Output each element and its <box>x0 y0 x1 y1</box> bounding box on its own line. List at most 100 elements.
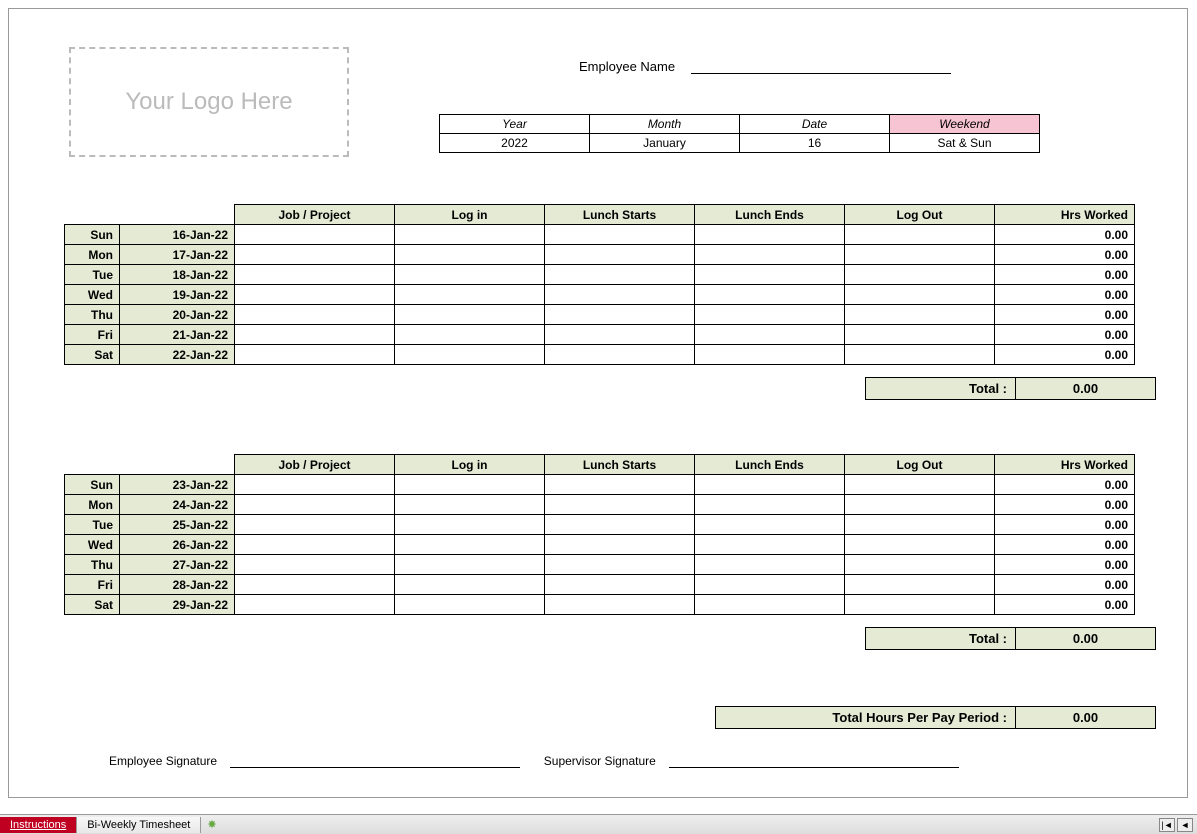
job-input[interactable] <box>235 475 395 495</box>
lunch-start-input[interactable] <box>545 345 695 365</box>
lunch-start-input[interactable] <box>545 325 695 345</box>
lunch-end-input[interactable] <box>695 535 845 555</box>
login-input[interactable] <box>395 345 545 365</box>
login-input[interactable] <box>395 265 545 285</box>
lunch-start-input[interactable] <box>545 285 695 305</box>
employee-signature-line[interactable] <box>230 767 520 768</box>
employee-name-line[interactable] <box>691 73 951 74</box>
job-input[interactable] <box>235 285 395 305</box>
login-input[interactable] <box>395 555 545 575</box>
job-input[interactable] <box>235 245 395 265</box>
login-input[interactable] <box>395 245 545 265</box>
job-input[interactable] <box>235 345 395 365</box>
table-row: Mon24-Jan-220.00 <box>65 495 1135 515</box>
logout-input[interactable] <box>845 345 995 365</box>
lunch-end-input[interactable] <box>695 305 845 325</box>
login-input[interactable] <box>395 475 545 495</box>
tab-biweekly-timesheet[interactable]: Bi-Weekly Timesheet <box>77 817 201 833</box>
table-row: Fri21-Jan-220.00 <box>65 325 1135 345</box>
lunch-end-input[interactable] <box>695 515 845 535</box>
scroll-prev-button[interactable]: ◄ <box>1177 818 1193 832</box>
job-input[interactable] <box>235 535 395 555</box>
meta-value-month[interactable]: January <box>590 134 740 153</box>
lunch-start-input[interactable] <box>545 225 695 245</box>
lunch-end-input[interactable] <box>695 225 845 245</box>
lunch-start-input[interactable] <box>545 305 695 325</box>
table-row: Sun23-Jan-220.00 <box>65 475 1135 495</box>
lunch-end-input[interactable] <box>695 495 845 515</box>
lunch-start-input[interactable] <box>545 475 695 495</box>
logout-input[interactable] <box>845 305 995 325</box>
new-sheet-icon[interactable]: ✸ <box>201 818 222 831</box>
lunch-start-input[interactable] <box>545 265 695 285</box>
timesheet-page: Your Logo Here Employee Name Year Month … <box>8 8 1188 798</box>
logout-input[interactable] <box>845 225 995 245</box>
day-cell: Sat <box>65 345 120 365</box>
table-row: Wed26-Jan-220.00 <box>65 535 1135 555</box>
lunch-start-input[interactable] <box>545 555 695 575</box>
login-input[interactable] <box>395 305 545 325</box>
login-input[interactable] <box>395 325 545 345</box>
table-row: Thu27-Jan-220.00 <box>65 555 1135 575</box>
lunch-end-input[interactable] <box>695 265 845 285</box>
logout-input[interactable] <box>845 265 995 285</box>
meta-header-weekend: Weekend <box>890 115 1040 134</box>
hrs-worked: 0.00 <box>995 555 1135 575</box>
login-input[interactable] <box>395 225 545 245</box>
job-input[interactable] <box>235 225 395 245</box>
logout-input[interactable] <box>845 555 995 575</box>
logout-input[interactable] <box>845 575 995 595</box>
lunch-start-input[interactable] <box>545 595 695 615</box>
lunch-end-input[interactable] <box>695 245 845 265</box>
logout-input[interactable] <box>845 535 995 555</box>
lunch-end-input[interactable] <box>695 595 845 615</box>
lunch-start-input[interactable] <box>545 495 695 515</box>
lunch-start-input[interactable] <box>545 575 695 595</box>
login-input[interactable] <box>395 535 545 555</box>
lunch-end-input[interactable] <box>695 325 845 345</box>
login-input[interactable] <box>395 575 545 595</box>
logout-input[interactable] <box>845 515 995 535</box>
login-input[interactable] <box>395 515 545 535</box>
lunch-end-input[interactable] <box>695 575 845 595</box>
tab-instructions[interactable]: Instructions <box>0 817 77 833</box>
logout-input[interactable] <box>845 245 995 265</box>
hrs-worked: 0.00 <box>995 285 1135 305</box>
meta-value-date[interactable]: 16 <box>740 134 890 153</box>
logout-input[interactable] <box>845 285 995 305</box>
lunch-end-input[interactable] <box>695 475 845 495</box>
login-input[interactable] <box>395 285 545 305</box>
job-input[interactable] <box>235 495 395 515</box>
job-input[interactable] <box>235 575 395 595</box>
meta-value-weekend[interactable]: Sat & Sun <box>890 134 1040 153</box>
job-input[interactable] <box>235 595 395 615</box>
logout-input[interactable] <box>845 595 995 615</box>
supervisor-signature-line[interactable] <box>669 767 959 768</box>
job-input[interactable] <box>235 555 395 575</box>
lunch-end-input[interactable] <box>695 555 845 575</box>
logout-input[interactable] <box>845 495 995 515</box>
meta-header-month: Month <box>590 115 740 134</box>
lunch-end-input[interactable] <box>695 345 845 365</box>
hrs-worked: 0.00 <box>995 265 1135 285</box>
login-input[interactable] <box>395 595 545 615</box>
day-cell: Thu <box>65 555 120 575</box>
meta-value-year[interactable]: 2022 <box>440 134 590 153</box>
lunch-start-input[interactable] <box>545 245 695 265</box>
logout-input[interactable] <box>845 325 995 345</box>
lunch-start-input[interactable] <box>545 535 695 555</box>
col-logout: Log Out <box>845 455 995 475</box>
job-input[interactable] <box>235 265 395 285</box>
lunch-end-input[interactable] <box>695 285 845 305</box>
job-input[interactable] <box>235 305 395 325</box>
logout-input[interactable] <box>845 475 995 495</box>
job-input[interactable] <box>235 515 395 535</box>
logo-placeholder-text: Your Logo Here <box>125 88 292 116</box>
lunch-start-input[interactable] <box>545 515 695 535</box>
col-login: Log in <box>395 455 545 475</box>
scroll-first-button[interactable]: |◄ <box>1159 818 1175 832</box>
hrs-worked: 0.00 <box>995 515 1135 535</box>
job-input[interactable] <box>235 325 395 345</box>
login-input[interactable] <box>395 495 545 515</box>
grand-total-value: 0.00 <box>1016 707 1156 729</box>
